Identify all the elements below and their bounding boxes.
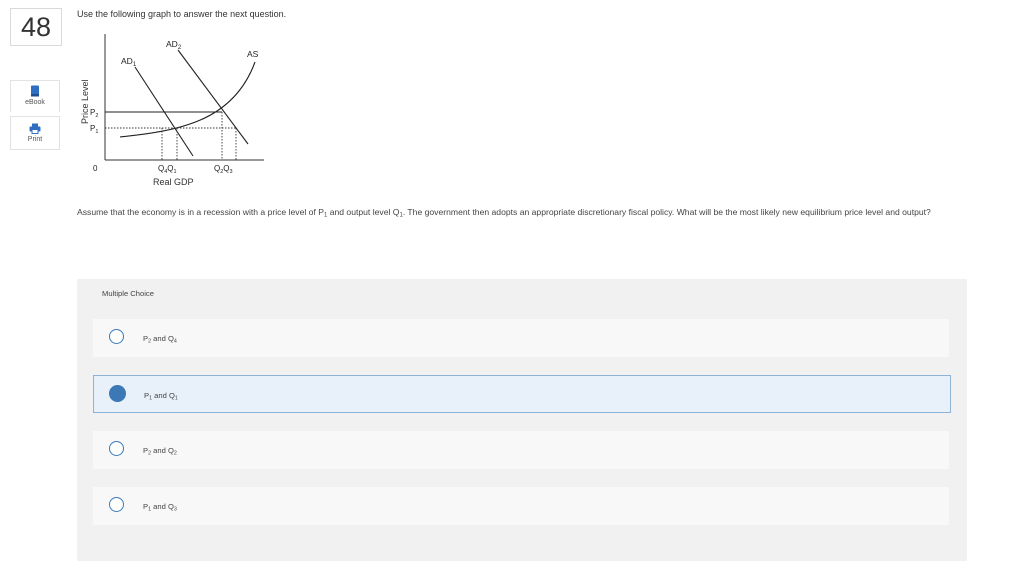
p1-tick-label: P1 (90, 124, 98, 135)
answer-option-1[interactable]: P2 and Q4 (93, 319, 949, 357)
multiple-choice-panel: Multiple Choice P2 and Q4 P1 and Q1 P2 a… (77, 279, 967, 561)
radio-button[interactable] (109, 441, 124, 456)
q4-q1-tick-label: Q4Q1 (158, 164, 177, 175)
answer-option-label: P1 and Q3 (143, 502, 177, 513)
ad1-label: AD1 (121, 56, 137, 68)
origin-label: 0 (93, 164, 98, 173)
ad2-curve (177, 49, 249, 145)
answer-option-label: P2 and Q2 (143, 446, 177, 457)
answer-option-4[interactable]: P1 and Q3 (93, 487, 949, 525)
ad2-label: AD2 (166, 39, 182, 51)
answer-option-label: P2 and Q4 (143, 334, 177, 345)
print-button[interactable]: Print (10, 116, 60, 150)
answer-option-3[interactable]: P2 and Q2 (93, 431, 949, 469)
ebook-label: eBook (25, 99, 45, 106)
ad-as-graph: Price Level AD1 AD2 AS P2 P1 0 Q4Q1 Q2Q3… (80, 34, 264, 187)
instruction-text: Use the following graph to answer the ne… (77, 9, 287, 19)
radio-button[interactable] (109, 329, 124, 344)
radio-button[interactable] (109, 497, 124, 512)
x-axis-label: Real GDP (153, 177, 194, 187)
q2-q3-tick-label: Q2Q3 (214, 164, 233, 175)
y-axis-label: Price Level (80, 79, 90, 124)
p2-tick-label: P2 (90, 108, 98, 119)
book-icon (31, 85, 39, 97)
as-label: AS (247, 49, 259, 59)
radio-button-selected[interactable] (109, 385, 126, 402)
print-label: Print (27, 136, 43, 143)
printer-icon (29, 123, 41, 134)
question-number: 48 (10, 8, 62, 46)
answer-option-2[interactable]: P1 and Q1 (93, 375, 951, 413)
question-text: Assume that the economy is in a recessio… (77, 207, 931, 219)
multiple-choice-label: Multiple Choice (102, 289, 154, 298)
answer-option-label: P1 and Q1 (144, 391, 178, 402)
ebook-button[interactable]: eBook (10, 80, 60, 112)
